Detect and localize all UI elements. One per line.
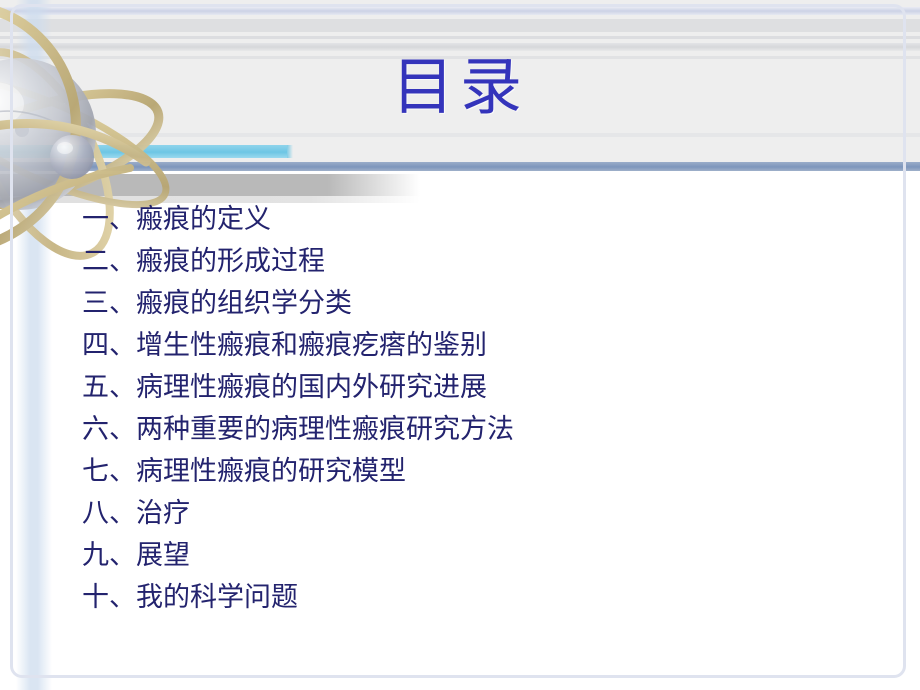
- list-item[interactable]: 四、增生性瘢痕和瘢痕疙瘩的鉴别: [82, 325, 842, 367]
- toc-item-number: 五、: [82, 372, 136, 403]
- presentation-slide: 目录 一、瘢痕的定义 二、瘢痕的形成过程 三、瘢痕的组织学分类 四、增生性瘢痕和…: [0, 0, 920, 690]
- list-item[interactable]: 三、瘢痕的组织学分类: [82, 283, 842, 325]
- toc-item-label: 瘢痕的定义: [136, 204, 271, 235]
- list-item[interactable]: 五、病理性瘢痕的国内外研究进展: [82, 367, 842, 409]
- list-item[interactable]: 九、展望: [82, 535, 842, 577]
- toc-item-number: 三、: [82, 288, 136, 319]
- toc-item-number: 七、: [82, 456, 136, 487]
- toc-item-label: 我的科学问题: [136, 582, 298, 613]
- toc-item-label: 两种重要的病理性瘢痕研究方法: [136, 414, 514, 445]
- toc-item-label: 病理性瘢痕的国内外研究进展: [136, 372, 487, 403]
- toc-item-label: 瘢痕的组织学分类: [136, 288, 352, 319]
- toc-item-label: 展望: [136, 540, 190, 571]
- toc-item-label: 瘢痕的形成过程: [136, 246, 325, 277]
- table-of-contents: 一、瘢痕的定义 二、瘢痕的形成过程 三、瘢痕的组织学分类 四、增生性瘢痕和瘢痕疙…: [82, 199, 842, 619]
- list-item[interactable]: 十、我的科学问题: [82, 577, 842, 619]
- list-item[interactable]: 七、病理性瘢痕的研究模型: [82, 451, 842, 493]
- toc-item-number: 六、: [82, 414, 136, 445]
- list-item[interactable]: 一、瘢痕的定义: [82, 199, 842, 241]
- toc-item-number: 二、: [82, 246, 136, 277]
- page-title: 目录: [391, 50, 528, 123]
- list-item[interactable]: 二、瘢痕的形成过程: [82, 241, 842, 283]
- toc-item-label: 病理性瘢痕的研究模型: [136, 456, 406, 487]
- toc-item-label: 治疗: [136, 498, 190, 529]
- toc-item-number: 一、: [82, 204, 136, 235]
- toc-item-number: 四、: [82, 330, 136, 361]
- list-item[interactable]: 八、治疗: [82, 493, 842, 535]
- toc-item-number: 八、: [82, 498, 136, 529]
- toc-item-number: 九、: [82, 540, 136, 571]
- toc-item-number: 十、: [82, 582, 136, 613]
- list-item[interactable]: 六、两种重要的病理性瘢痕研究方法: [82, 409, 842, 451]
- toc-item-label: 增生性瘢痕和瘢痕疙瘩的鉴别: [136, 330, 487, 361]
